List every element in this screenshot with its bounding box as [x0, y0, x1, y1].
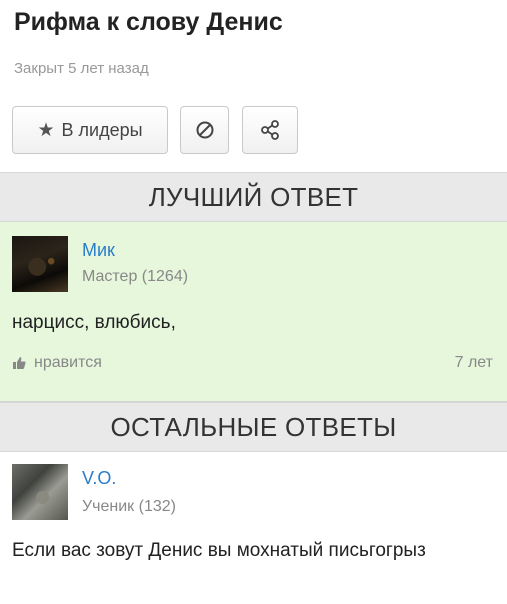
answer-author-rank: Ученик (132) [82, 498, 176, 515]
avatar[interactable] [12, 236, 68, 292]
answer-text: Если вас зовут Денис вы мохнатый письгог… [12, 540, 426, 561]
answer-author-name[interactable]: Мик [82, 240, 115, 261]
question-page: Рифма к слову Денис Закрыт 5 лет назад ★… [0, 0, 507, 604]
block-icon [196, 121, 213, 139]
add-to-leaders-button[interactable]: ★ В лидеры [12, 106, 168, 154]
share-icon [261, 120, 279, 140]
question-title: Рифма к слову Денис [14, 8, 283, 36]
best-answer-heading: ЛУЧШИЙ ОТВЕТ [0, 172, 507, 222]
answer-age: 7 лет [454, 354, 493, 371]
report-button[interactable] [180, 106, 229, 154]
best-answer: Мик Мастер (1264) нарцисс, влюбись, нрав… [0, 222, 507, 402]
avatar[interactable] [12, 464, 68, 520]
question-status: Закрыт 5 лет назад [14, 60, 149, 77]
like-label: нравится [34, 354, 102, 371]
other-answers-heading: ОСТАЛЬНЫЕ ОТВЕТЫ [0, 402, 507, 452]
answer-author-rank: Мастер (1264) [82, 268, 189, 285]
thumbs-up-icon [13, 357, 26, 369]
answer-text: нарцисс, влюбись, [12, 312, 176, 333]
like-button[interactable]: нравится [12, 354, 102, 372]
list-item: V.O. Ученик (132) Если вас зовут Денис в… [0, 452, 507, 604]
add-to-leaders-label: В лидеры [61, 119, 143, 140]
share-button[interactable] [242, 106, 298, 154]
star-icon: ★ [37, 119, 55, 141]
answer-author-name[interactable]: V.O. [82, 468, 116, 489]
